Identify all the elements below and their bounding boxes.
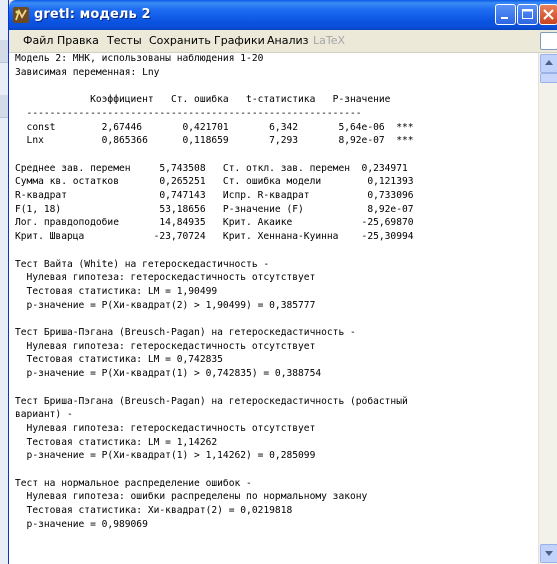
output-line: p-значение = 0,989069 xyxy=(15,518,148,530)
output-line: F(1, 18) 53,18656 Р-значение (F) 8,92e-0… xyxy=(15,203,414,215)
output-line: Лог. правдоподобие 14,84935 Крит. Акаике… xyxy=(15,217,414,229)
close-icon xyxy=(543,9,554,20)
title-bar[interactable]: gretl: модель 2 xyxy=(9,0,557,30)
scroll-up-button[interactable] xyxy=(540,54,557,73)
output-line: Тест Вайта (White) на гетероскедастичнос… xyxy=(15,258,270,270)
output-line: Lnx 0,865366 0,118659 7,293 8,92e-07 *** xyxy=(15,135,414,147)
menu-analysis[interactable]: Анализ xyxy=(267,34,309,47)
output-line: Тест на нормальное распределение ошибок … xyxy=(15,477,252,489)
menu-tests[interactable]: Тесты xyxy=(107,34,142,47)
output-line: Нулевая гипотеза: гетероскедастичность о… xyxy=(15,272,316,284)
output-line: Тестовая статистика: LM = 1,14262 xyxy=(15,436,218,448)
output-line: Нулевая гипотеза: гетероскедастичность о… xyxy=(15,422,316,434)
output-line: p-значение = P(Хи-квадрат(1) > 0,742835)… xyxy=(15,368,322,380)
output-line: p-значение = P(Хи-квадрат(2) > 1,90499) … xyxy=(15,299,316,311)
output-line: Тест Бриша-Пэгана (Breusch-Pagan) на гет… xyxy=(15,395,408,407)
output-line: Крит. Шварца -23,70724 Крит. Хеннана-Куи… xyxy=(15,231,414,243)
output-line: Тестовая статистика: LM = 0,742835 xyxy=(15,354,223,366)
menu-latex[interactable]: LaTeX xyxy=(313,34,345,47)
output-line: Среднее зав. перемен 5,743508 Ст. откл. … xyxy=(15,162,408,174)
maximize-icon xyxy=(522,9,533,19)
window-title: gretl: модель 2 xyxy=(34,7,151,22)
arrow-up-icon xyxy=(545,60,553,65)
menu-file[interactable]: Файл xyxy=(23,34,53,47)
close-button[interactable] xyxy=(539,4,557,25)
output-line: Нулевая гипотеза: гетероскедастичность о… xyxy=(15,340,316,352)
toolbar-button[interactable] xyxy=(540,32,557,50)
output-line: вариант) - xyxy=(15,409,73,421)
menu-graphs[interactable]: Графики xyxy=(214,34,265,47)
minimize-button[interactable] xyxy=(495,4,516,25)
output-line: Тест Бриша-Пэгана (Breusch-Pagan) на гет… xyxy=(15,327,356,338)
output-line: Нулевая гипотеза: ошибки распределены по… xyxy=(15,491,368,503)
minimize-icon xyxy=(501,17,508,19)
maximize-button[interactable] xyxy=(517,4,538,25)
gretl-app-icon xyxy=(13,7,29,23)
scroll-thumb[interactable] xyxy=(540,73,557,83)
menu-bar: Файл Правка Тесты Сохранить Графики Анал… xyxy=(9,30,557,53)
output-line: Зависимая переменная: Lny xyxy=(15,66,160,78)
output-line: Сумма кв. остатков 0,265251 Ст. ошибка м… xyxy=(15,176,414,188)
gretl-model-window: gretl: модель 2 Файл Правка Тесты Сохран… xyxy=(8,0,557,564)
vertical-scrollbar[interactable] xyxy=(538,53,557,564)
menu-save[interactable]: Сохранить xyxy=(149,34,211,47)
output-line: ----------------------------------------… xyxy=(15,107,362,119)
arrow-down-icon xyxy=(545,551,553,556)
model-output-text[interactable]: Модель 2: МНК, использованы наблюдения 1… xyxy=(9,53,538,564)
output-line: R-квадрат 0,747143 Испр. R-квадрат 0,733… xyxy=(15,190,414,201)
output-line: Модель 2: МНК, использованы наблюдения 1… xyxy=(15,53,264,64)
output-line: Коэффициент Ст. ошибка t-статистика P-зн… xyxy=(15,94,391,106)
menu-edit[interactable]: Правка xyxy=(57,34,99,47)
output-line: Тестовая статистика: Хи-квадрат(2) = 0,0… xyxy=(15,505,293,517)
output-line: Тестовая статистика: LM = 1,90499 xyxy=(15,285,218,297)
scroll-down-button[interactable] xyxy=(540,544,557,563)
output-line: p-значение = P(Хи-квадрат(1) > 1,14262) … xyxy=(15,450,316,462)
output-line: const 2,67446 0,421701 6,342 5,64e-06 **… xyxy=(15,121,414,133)
